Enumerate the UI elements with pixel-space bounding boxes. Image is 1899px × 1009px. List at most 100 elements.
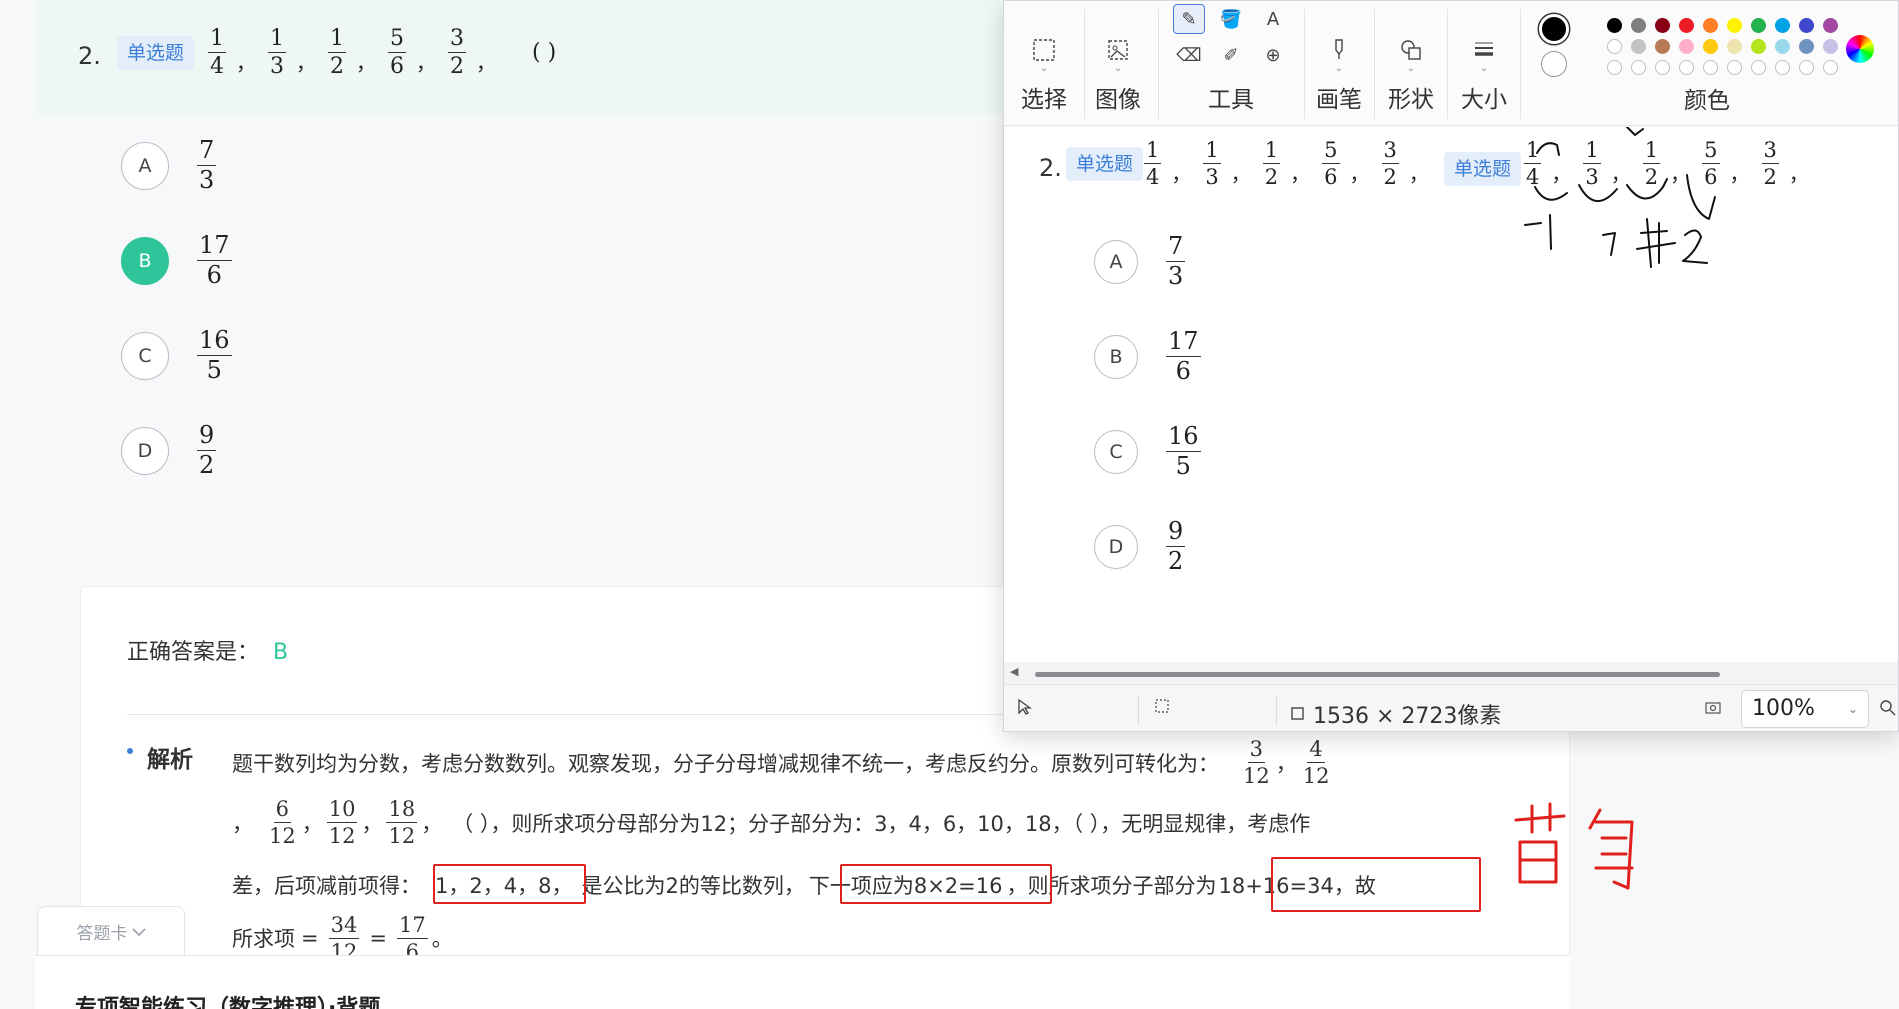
option-letter[interactable]: C <box>1094 429 1138 474</box>
option-c[interactable]: C 16 5 <box>121 327 232 383</box>
color-swatch[interactable] <box>1679 18 1694 33</box>
numerator: 1 <box>1203 139 1221 165</box>
pencil-icon[interactable]: ✎ <box>1173 4 1205 34</box>
color-swatch[interactable] <box>1631 39 1646 54</box>
zoom-select[interactable]: 100% ⌄ <box>1741 690 1869 728</box>
horizontal-scrollbar[interactable]: ◀ <box>1004 662 1898 684</box>
magnifier-icon[interactable]: ⊕ <box>1257 40 1289 70</box>
color-picker-icon[interactable]: ✐ <box>1215 40 1247 70</box>
color-swatch[interactable] <box>1751 39 1766 54</box>
secondary-color-swatch[interactable] <box>1541 51 1567 77</box>
color-swatch[interactable] <box>1727 39 1742 54</box>
scroll-thumb[interactable] <box>1035 672 1720 677</box>
color-swatch[interactable] <box>1823 39 1838 54</box>
select-group[interactable]: ⌄ 选择 <box>1014 1 1074 126</box>
numerator: 6 <box>273 798 292 824</box>
option-b[interactable]: B 17 6 <box>121 232 232 290</box>
color-swatch[interactable] <box>1823 60 1838 75</box>
color-swatch[interactable] <box>1655 60 1670 75</box>
color-swatch[interactable] <box>1679 60 1694 75</box>
zoom-out-icon[interactable] <box>1879 699 1897 717</box>
numerator: 7 <box>1166 233 1186 263</box>
select-rect-icon <box>1030 36 1058 64</box>
chevron-down-icon: ⌄ <box>1039 63 1049 74</box>
fit-screen-icon[interactable] <box>1704 700 1722 716</box>
canvas-size: 1536 × 2723像素 <box>1289 698 1501 730</box>
zoom-value: 100% <box>1752 696 1815 721</box>
scroll-left-icon[interactable]: ◀ <box>1010 665 1018 678</box>
numerator: 3 <box>1247 738 1266 764</box>
image-icon <box>1104 36 1132 64</box>
size-group[interactable]: ⌄ 大小 <box>1454 1 1514 126</box>
answer-card-tab[interactable]: 答题卡 <box>37 906 185 956</box>
color-swatch[interactable] <box>1703 60 1718 75</box>
denominator: 6 <box>1175 357 1191 386</box>
color-palette <box>1607 18 1841 75</box>
numerator: 10 <box>326 798 358 824</box>
color-swatch[interactable] <box>1775 39 1790 54</box>
option-letter[interactable]: D <box>1094 524 1138 569</box>
color-swatch[interactable] <box>1727 60 1742 75</box>
color-swatch[interactable] <box>1655 39 1670 54</box>
separator: ， <box>1171 162 1192 187</box>
ribbon-separator <box>1158 9 1159 119</box>
edit-colors-icon[interactable] <box>1846 35 1874 63</box>
eraser-icon[interactable]: ⌫ <box>1173 40 1205 70</box>
fraction: 17 6 <box>1166 328 1201 386</box>
option-d[interactable]: D92 <box>1094 518 1186 574</box>
highlight-box <box>433 864 586 904</box>
color-swatch[interactable] <box>1607 39 1622 54</box>
color-swatch[interactable] <box>1775 18 1790 33</box>
color-swatch[interactable] <box>1823 18 1838 33</box>
color-swatch[interactable] <box>1775 60 1790 75</box>
chevron-down-icon: ⌄ <box>1334 63 1344 74</box>
option-letter[interactable]: B <box>1094 334 1138 379</box>
color-swatch[interactable] <box>1751 60 1766 75</box>
image-group[interactable]: ⌄ 图像 <box>1088 1 1148 126</box>
fraction: 13 <box>268 27 286 78</box>
option-d[interactable]: D92 <box>121 422 217 478</box>
option-a[interactable]: A73 <box>1094 233 1186 289</box>
fill-bucket-icon[interactable]: 🪣 <box>1215 4 1247 34</box>
color-swatch[interactable] <box>1607 60 1622 75</box>
color-swatch[interactable] <box>1751 18 1766 33</box>
option-letter[interactable]: C <box>121 331 169 380</box>
primary-color-swatch[interactable] <box>1539 14 1569 44</box>
brushes-label: 画笔 <box>1316 87 1362 113</box>
denominator: 2 <box>450 54 464 80</box>
option-b[interactable]: B 17 6 <box>1094 328 1201 386</box>
color-swatch[interactable] <box>1703 18 1718 33</box>
fraction: 32 <box>448 27 466 78</box>
option-letter[interactable]: D <box>121 426 169 475</box>
shapes-group[interactable]: ⌄ 形状 <box>1381 1 1441 126</box>
color-swatch[interactable] <box>1631 60 1646 75</box>
fraction: 56 <box>388 27 406 78</box>
brushes-group[interactable]: ⌄ 画笔 <box>1309 1 1369 126</box>
highlight-box <box>840 864 1052 904</box>
color-swatch[interactable] <box>1799 18 1814 33</box>
option-c[interactable]: C 16 5 <box>1094 423 1201 479</box>
color-swatch[interactable] <box>1799 60 1814 75</box>
comma: ， <box>1275 751 1297 776</box>
bullet-icon <box>127 748 133 754</box>
chevron-down-icon: ⌄ <box>1479 63 1489 74</box>
color-swatch[interactable] <box>1631 18 1646 33</box>
option-letter[interactable]: B <box>121 236 169 285</box>
option-a[interactable]: A73 <box>121 137 217 193</box>
color-swatch[interactable] <box>1727 18 1742 33</box>
chevron-down-icon: ⌄ <box>1847 702 1858 716</box>
color-swatch[interactable] <box>1799 39 1814 54</box>
text-icon[interactable]: A <box>1257 4 1289 34</box>
option-letter[interactable]: A <box>121 141 169 190</box>
option-letter[interactable]: A <box>1094 239 1138 284</box>
color-swatch[interactable] <box>1655 18 1670 33</box>
color-swatch[interactable] <box>1607 18 1622 33</box>
denominator: 12 <box>328 824 356 849</box>
numerator: 18 <box>386 798 418 824</box>
color-swatch[interactable] <box>1703 39 1718 54</box>
color-swatch[interactable] <box>1679 39 1694 54</box>
denominator: 6 <box>206 261 222 290</box>
separator: ， <box>356 51 376 76</box>
paint-canvas[interactable]: 2. 单选题 14，13，12，56，32，( ) 单选题 14，13，12，5… <box>1004 127 1898 662</box>
shapes-label: 形状 <box>1388 87 1434 113</box>
